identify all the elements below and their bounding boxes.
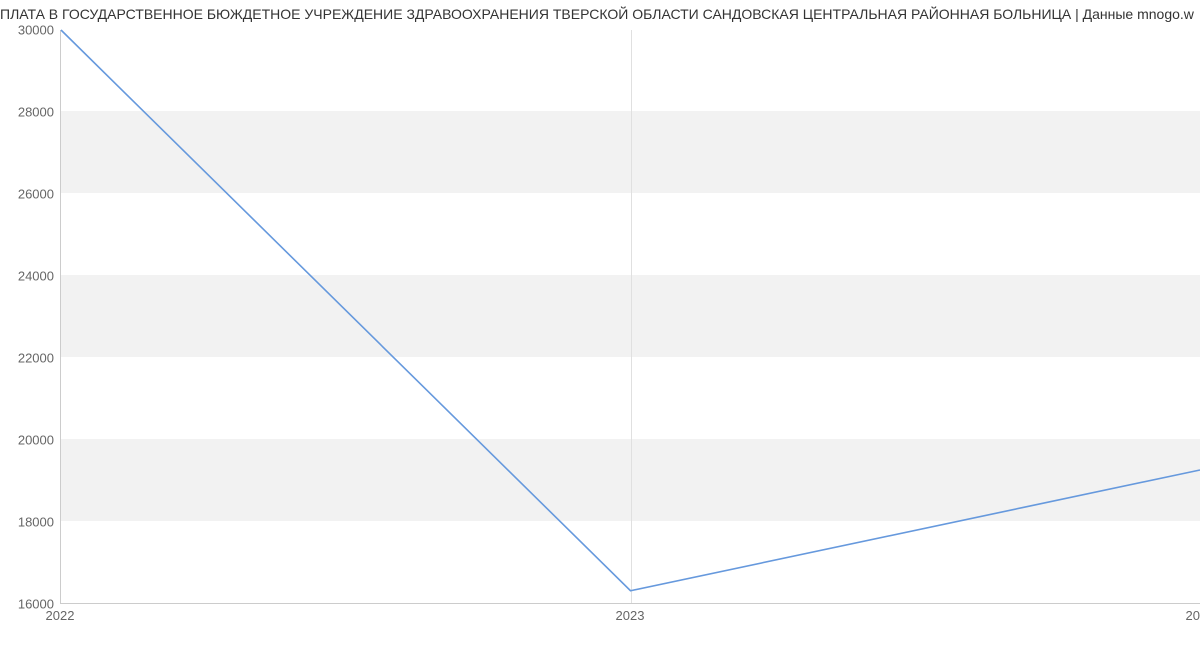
y-tick-label: 18000	[18, 515, 54, 530]
series-line	[61, 30, 1200, 591]
y-tick-label: 22000	[18, 351, 54, 366]
chart-title: ПЛАТА В ГОСУДАРСТВЕННОЕ БЮЖДЕТНОЕ УЧРЕЖД…	[0, 6, 1200, 22]
chart-svg	[61, 30, 1200, 603]
y-tick-label: 24000	[18, 269, 54, 284]
x-tick-label: 2022	[46, 608, 75, 623]
y-tick-label: 20000	[18, 433, 54, 448]
x-tick-label: 2023	[616, 608, 645, 623]
line-chart: ПЛАТА В ГОСУДАРСТВЕННОЕ БЮЖДЕТНОЕ УЧРЕЖД…	[0, 0, 1200, 650]
plot-area	[60, 30, 1200, 604]
y-tick-label: 26000	[18, 187, 54, 202]
x-tick-label: 2024	[1186, 608, 1200, 623]
y-tick-label: 28000	[18, 105, 54, 120]
y-tick-label: 30000	[18, 23, 54, 38]
